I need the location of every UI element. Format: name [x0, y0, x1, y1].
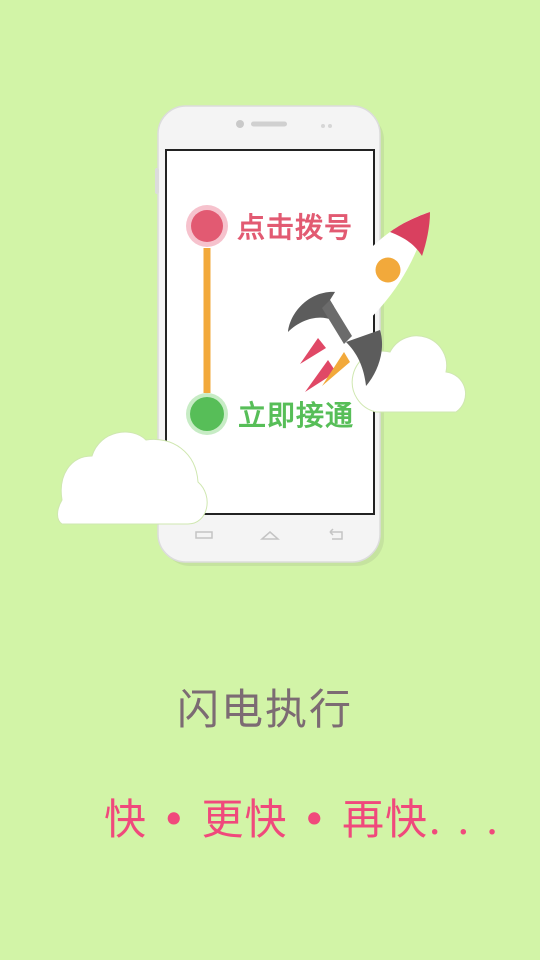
dial-dot-icon [191, 210, 223, 242]
phone-camera [236, 120, 244, 128]
tagline: 快 • 更快 • 再快. . . [104, 795, 500, 844]
intro-screen: 点击拨号 立即接通 闪电执行 快 • 更快 • 再快. . . [0, 0, 540, 960]
connect-dot-icon [190, 397, 224, 431]
page-title: 闪电执行 [0, 676, 540, 737]
phone-side-button [155, 168, 159, 194]
step-connect-label: 立即接通 [238, 399, 355, 432]
step-dial-label: 点击拨号 [237, 211, 354, 244]
phone-sensor [321, 124, 325, 128]
phone-speaker [251, 121, 287, 127]
phone-sensor [328, 124, 332, 128]
page-title-text: 闪电执行 [176, 685, 353, 734]
